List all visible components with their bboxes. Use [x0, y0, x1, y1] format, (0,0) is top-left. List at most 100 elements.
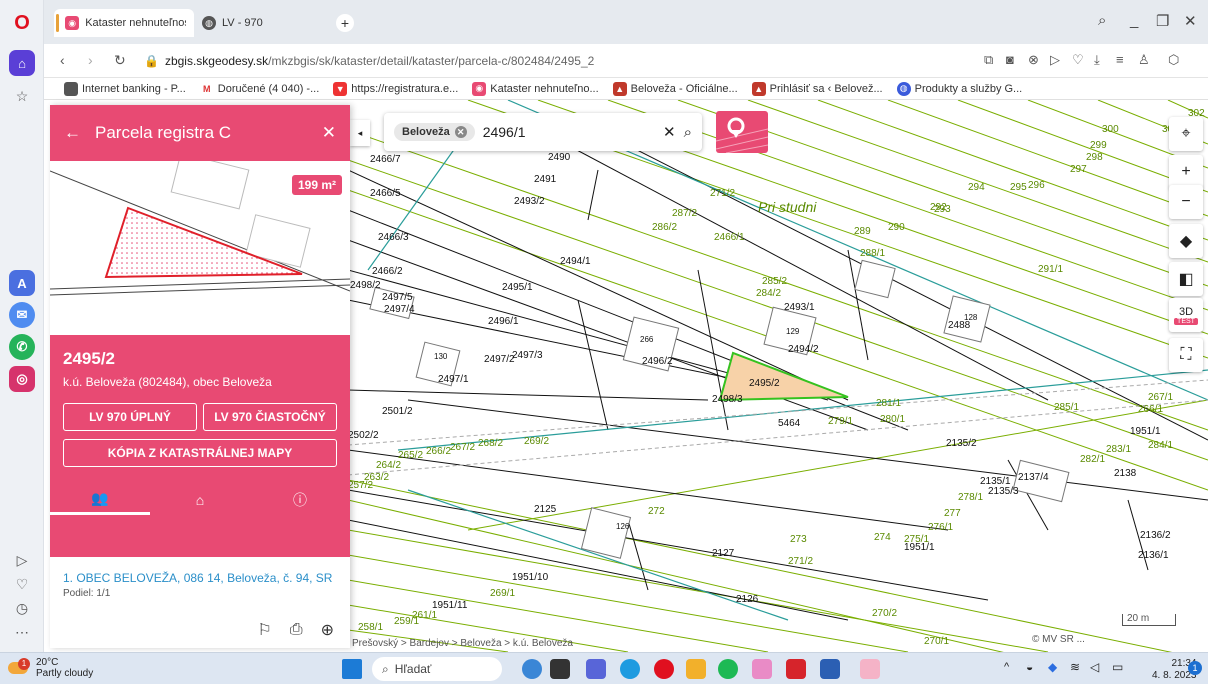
opera-icon[interactable] — [654, 659, 674, 679]
bookmark-item[interactable]: ▼ https://registratura.e... — [333, 81, 458, 96]
clear-icon[interactable]: ✕ — [663, 123, 676, 141]
print-icon[interactable]: ⎙ — [290, 621, 303, 639]
map-label: 2497/4 — [384, 304, 415, 315]
camera-icon[interactable]: ◙ — [1006, 52, 1014, 67]
weather-widget[interactable]: 1 20°C Partly cloudy — [8, 657, 93, 679]
acrobat-icon[interactable] — [786, 659, 806, 679]
aria-icon[interactable]: A — [9, 270, 35, 296]
tab-kataster[interactable]: ◉ Kataster nehnuteľností | Z — [54, 9, 194, 37]
layers-icon[interactable]: ◆ — [1169, 224, 1203, 258]
back-arrow-icon[interactable]: ← — [64, 123, 81, 143]
lv-partial-button[interactable]: LV 970 ČIASTOČNÝ — [203, 403, 337, 431]
map-copy-button[interactable]: KÓPIA Z KATASTRÁLNEJ MAPY — [63, 439, 337, 467]
notification-badge[interactable]: 1 — [1188, 661, 1202, 675]
info-tab-icon[interactable]: ⓘ — [250, 485, 350, 515]
minimize-icon[interactable]: _ — [1130, 12, 1138, 29]
bookmark-item[interactable]: M Doručené (4 040) -... — [199, 81, 319, 96]
menu-icon[interactable]: ≡ — [1116, 52, 1124, 67]
locate-icon[interactable]: ⌖ — [1169, 117, 1203, 151]
profile-icon[interactable]: ♙ — [1138, 52, 1150, 68]
tray-chevron-icon[interactable]: ^ — [1004, 661, 1009, 673]
file-explorer-icon[interactable] — [686, 659, 706, 679]
collapse-panel-button[interactable]: ◂ — [350, 120, 370, 146]
forward-icon[interactable]: › — [88, 52, 93, 68]
tray-shield-icon[interactable]: ◆ — [1048, 660, 1057, 674]
search-input[interactable]: 2496/1 — [483, 124, 655, 140]
spotify-icon[interactable] — [718, 659, 738, 679]
new-tab-button[interactable]: + — [334, 9, 356, 37]
map-label: 2466/3 — [378, 232, 409, 243]
owner-item[interactable]: 1. OBEC BELOVEŽA, 086 14, Beloveža, č. 9… — [63, 571, 337, 585]
zoom-out-button[interactable]: − — [1169, 185, 1203, 219]
history-icon[interactable]: ◷ — [12, 598, 32, 618]
whatsapp-icon[interactable]: ✆ — [9, 334, 35, 360]
heart-address-icon[interactable]: ♡ — [1072, 52, 1084, 68]
map-label: 271/2 — [710, 188, 735, 199]
map-label: 269/2 — [524, 436, 549, 447]
edit-icon[interactable]: ⧉ — [984, 52, 993, 68]
word-icon[interactable] — [820, 659, 840, 679]
municipality-chip[interactable]: Beloveža ✕ — [394, 123, 475, 141]
3d-button[interactable]: 3D TEST — [1169, 298, 1203, 332]
map-canvas[interactable]: 2490 2491 2493/2 2466/7 2466/5 2466/3 2466/2 24… — [348, 100, 1208, 652]
volume-icon[interactable]: ◁ — [1090, 660, 1099, 674]
download-icon[interactable]: ⤓ — [1094, 52, 1100, 68]
copyright[interactable]: © MV SR ... — [1032, 634, 1085, 645]
search-tabs-icon[interactable]: ⌕ — [1098, 12, 1106, 29]
battery-icon[interactable]: ▭ — [1112, 660, 1123, 674]
close-window-icon[interactable]: ✕ — [1184, 12, 1197, 30]
taskbar-search[interactable]: ⌕ Hľadať — [372, 657, 502, 681]
area-badge: 199 m² — [291, 175, 342, 195]
reload-icon[interactable]: ↻ — [114, 52, 126, 69]
home-icon[interactable]: ⌂ — [9, 50, 35, 76]
star-icon[interactable]: ☆ — [12, 86, 32, 106]
cube-icon[interactable]: ⬡ — [1168, 52, 1179, 68]
app-icon[interactable] — [860, 659, 880, 679]
maximize-icon[interactable]: ❐ — [1156, 12, 1169, 30]
wifi-icon[interactable]: ≋ — [1070, 660, 1080, 674]
lv-full-button[interactable]: LV 970 ÚPLNÝ — [63, 403, 197, 431]
map-label: 2491 — [534, 174, 557, 185]
tray-app-icon[interactable]: ◒ — [1026, 660, 1033, 674]
player-icon[interactable]: ▷ — [12, 550, 32, 570]
selected-parcel[interactable] — [718, 351, 849, 402]
instagram-icon[interactable]: ◎ — [9, 366, 35, 392]
property-tab-icon[interactable]: ⌂ — [150, 485, 250, 515]
send-icon[interactable]: ▷ — [1050, 52, 1060, 68]
locate-parcel-icon[interactable]: ⊕ — [321, 620, 334, 640]
search-icon[interactable]: ⌕ — [684, 124, 692, 141]
bookmark-item[interactable]: ◍ Produkty a služby G... — [896, 81, 1022, 96]
windows-start-icon[interactable] — [342, 659, 362, 679]
heart-icon[interactable]: ♡ — [12, 574, 32, 594]
kataster-favicon-icon: ◉ — [65, 16, 80, 30]
teams-icon[interactable] — [586, 659, 606, 679]
bookmark-icon[interactable]: ⚐ — [257, 620, 271, 640]
bookmark-item[interactable]: ▲ Beloveža - Oficiálne... — [612, 81, 738, 96]
compare-map-icon[interactable]: ◧ — [1169, 262, 1203, 296]
chip-clear-icon[interactable]: ✕ — [454, 126, 467, 138]
map-label: 266/1 — [1138, 404, 1163, 415]
bookmark-item[interactable]: ◉ Kataster nehnuteľno... — [472, 81, 599, 96]
wps-icon[interactable] — [752, 659, 772, 679]
adblock-icon[interactable]: ⊗ — [1028, 52, 1039, 68]
task-view-icon[interactable] — [550, 659, 570, 679]
more-icon[interactable]: ⋯ — [12, 622, 32, 642]
map-marker-icon[interactable]: ⛶ — [1169, 338, 1203, 372]
opera-logo-icon[interactable]: O — [9, 10, 35, 36]
map-label: 279/1 — [828, 416, 853, 427]
edge-icon[interactable] — [620, 659, 640, 679]
bookmark-item[interactable]: ▲ Prihlásiť sa ‹ Belovež... — [751, 81, 883, 96]
kataster-logo-icon[interactable] — [715, 111, 769, 154]
owners-tab-icon[interactable]: 👥 — [50, 485, 150, 515]
bing-icon[interactable] — [522, 659, 542, 679]
search-icon: ⌕ — [382, 661, 389, 676]
close-icon[interactable]: ✕ — [322, 123, 336, 143]
tab-lv970[interactable]: ◍ LV - 970 — [194, 9, 324, 37]
url-field[interactable]: 🔒 zbgis.skgeodesy.sk/mkzbgis/sk/kataster… — [144, 51, 594, 71]
messenger-icon[interactable]: ✉ — [9, 302, 35, 328]
zoom-in-button[interactable]: + — [1169, 155, 1203, 189]
bookmark-item[interactable]: Internet banking - P... — [64, 81, 186, 96]
map-search[interactable]: Beloveža ✕ 2496/1 ✕ ⌕ — [384, 113, 702, 151]
cadastral-map[interactable]: 2490 2491 2493/2 2466/7 2466/5 2466/3 2466/2 24… — [348, 100, 1208, 652]
back-icon[interactable]: ‹ — [60, 52, 65, 68]
